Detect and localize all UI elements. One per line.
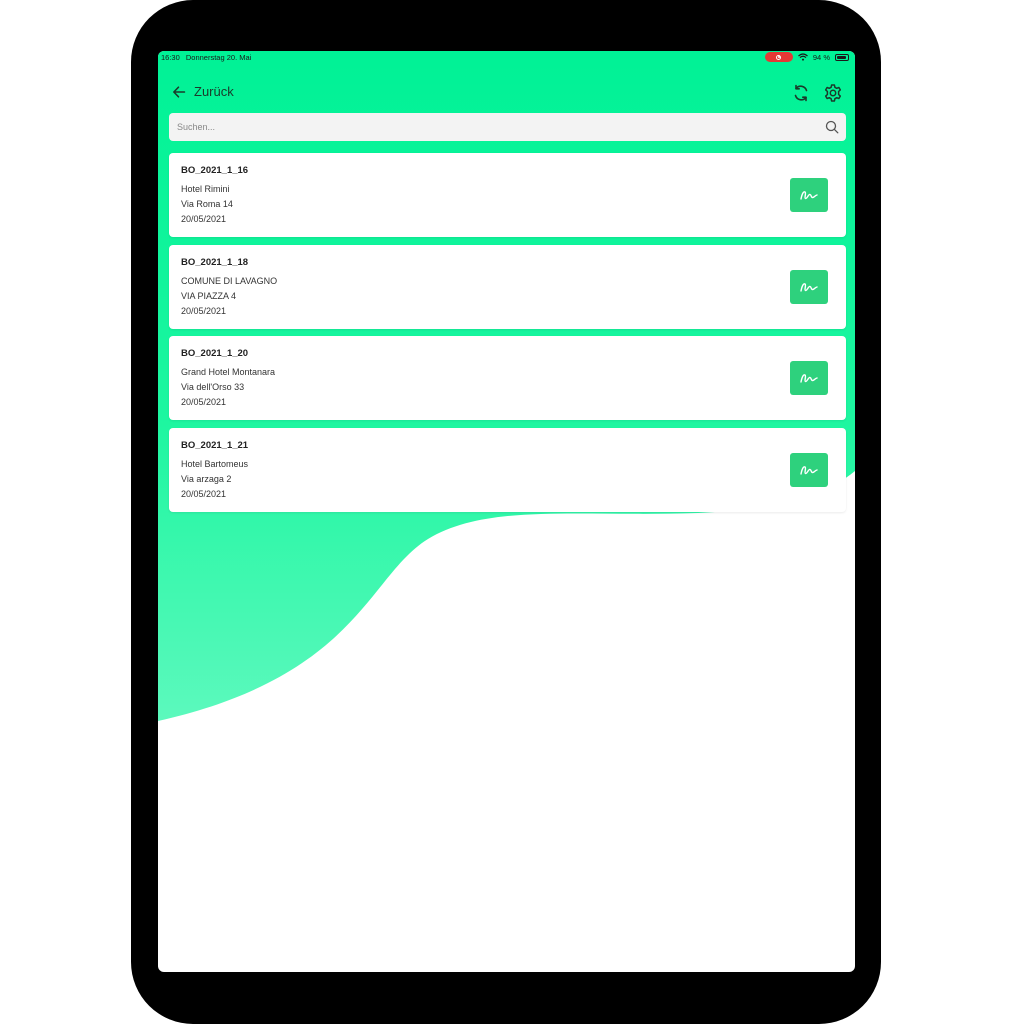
item-address: Via Roma 14 <box>181 199 233 209</box>
list-item[interactable]: BO_2021_1_16 Hotel Rimini Via Roma 14 20… <box>169 153 846 237</box>
list-item[interactable]: BO_2021_1_18 COMUNE DI LAVAGNO VIA PIAZZ… <box>169 244 846 329</box>
signature-icon <box>800 191 818 200</box>
item-address: Via arzaga 2 <box>181 473 232 484</box>
list-item[interactable]: BO_2021_1_20 Grand Hotel Montanara Via d… <box>169 336 846 420</box>
search-icon[interactable] <box>825 120 839 134</box>
search-bar <box>169 113 846 141</box>
item-date: 20/05/2021 <box>181 397 227 407</box>
item-name: Grand Hotel Montanara <box>181 367 276 377</box>
signature-icon <box>800 282 818 292</box>
sign-button[interactable] <box>790 178 828 212</box>
battery-percent: 94 % <box>812 52 830 62</box>
list-item[interactable]: BO_2021_1_21 Hotel Bartomeus Via arzaga … <box>169 427 846 512</box>
item-id: BO_2021_1_18 <box>181 256 249 268</box>
signature-icon <box>800 374 818 383</box>
item-name: COMUNE DI LAVAGNO <box>181 275 278 286</box>
status-time: 16:30 <box>161 53 180 62</box>
back-label: Zurück <box>194 84 234 99</box>
item-id: BO_2021_1_16 <box>181 165 249 176</box>
status-right: 94 % <box>764 52 849 62</box>
sync-icon[interactable] <box>791 83 811 103</box>
item-date: 20/05/2021 <box>181 305 227 316</box>
status-date: Donnerstag 20. Mai <box>185 53 252 62</box>
item-address: VIA PIAZZA 4 <box>181 290 237 301</box>
sign-button[interactable] <box>790 361 828 395</box>
item-id: BO_2021_1_21 <box>181 439 249 451</box>
nav-bar: Zurück <box>158 79 855 109</box>
arrow-left-icon <box>173 85 186 98</box>
signature-icon <box>800 465 818 475</box>
item-name: Hotel Bartomeus <box>181 458 249 469</box>
sign-button[interactable] <box>790 269 828 304</box>
status-left: 16:30 Donnerstag 20. Mai <box>161 53 255 62</box>
sign-button[interactable] <box>790 452 828 487</box>
back-button[interactable]: Zurück <box>172 84 234 99</box>
item-date: 20/05/2021 <box>181 214 227 224</box>
app-screen: 16:30 Donnerstag 20. Mai 94 % Zurück Suc… <box>158 51 855 972</box>
wifi-icon <box>797 53 808 61</box>
screen-recording-icon <box>764 52 793 62</box>
status-bar: 16:30 Donnerstag 20. Mai 94 % <box>158 51 855 65</box>
gear-icon[interactable] <box>823 83 843 103</box>
document-list: BO_2021_1_16 Hotel Rimini Via Roma 14 20… <box>169 153 846 519</box>
item-address: Via dell'Orso 33 <box>181 382 245 392</box>
nav-actions <box>791 83 843 103</box>
battery-icon <box>835 53 849 61</box>
item-name: Hotel Rimini <box>181 184 230 194</box>
search-input[interactable] <box>169 113 809 141</box>
item-date: 20/05/2021 <box>181 488 227 499</box>
item-id: BO_2021_1_20 <box>181 348 249 359</box>
